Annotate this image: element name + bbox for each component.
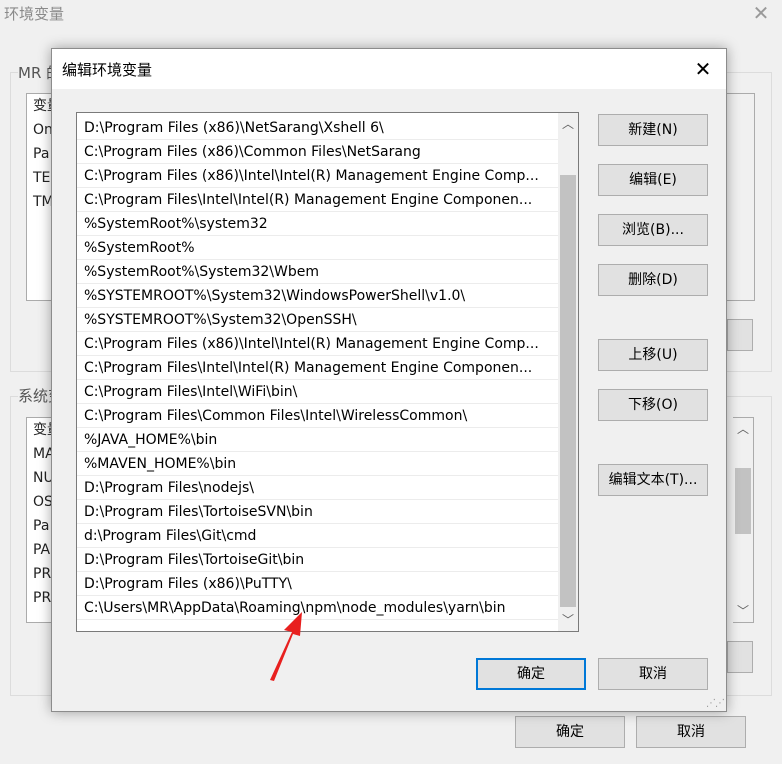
list-item[interactable]: %SYSTEMROOT%\System32\WindowsPowerShell\… [77,284,558,308]
scrollbar-thumb[interactable] [735,468,751,534]
list-item[interactable]: %MAVEN_HOME%\bin [77,452,558,476]
list-item[interactable]: C:\Program Files (x86)\Intel\Intel(R) Ma… [77,164,558,188]
list-item[interactable]: D:\Program Files\nodejs\ [77,476,558,500]
edit-environment-variable-dialog: 编辑环境变量 ✕ D:\Program Files (x86)\NetSaran… [51,48,727,712]
annotation-arrow-icon [270,612,302,681]
edit-button[interactable]: 编辑(E) [598,164,708,196]
list-item[interactable]: %JAVA_HOME%\bin [77,428,558,452]
system-variables-scrollbar[interactable]: ︿ ﹀ [733,417,754,623]
user-variables-list-edge [727,93,755,301]
user-variables-delete-button[interactable] [727,319,753,351]
list-item[interactable]: %SystemRoot%\System32\Wbem [77,260,558,284]
window-title: 环境变量 [4,5,65,23]
list-item[interactable]: C:\Users\MR\AppData\Roaming\npm\node_mod… [77,596,558,620]
path-list-scrollbar[interactable]: ︿ ﹀ [558,113,578,631]
list-item[interactable]: %SYSTEMROOT%\System32\OpenSSH\ [77,308,558,332]
list-item[interactable]: D:\Program Files\TortoiseSVN\bin [77,500,558,524]
list-item[interactable]: %SystemRoot%\system32 [77,212,558,236]
resize-grip-icon[interactable]: ⋰⋰ [706,698,725,709]
list-item[interactable]: C:\Program Files\Intel\WiFi\bin\ [77,380,558,404]
ok-button[interactable]: 确定 [515,716,625,748]
list-item[interactable]: C:\Program Files\Intel\Intel(R) Manageme… [77,356,558,380]
list-item[interactable]: D:\Program Files (x86)\PuTTY\ [77,572,558,596]
system-variables-delete-button[interactable] [727,641,753,673]
scroll-down-icon[interactable]: ﹀ [733,602,753,620]
close-icon[interactable]: ✕ [746,0,776,26]
path-rows: D:\Program Files (x86)\NetSarang\Xshell … [77,116,558,620]
list-item[interactable]: %SystemRoot% [77,236,558,260]
dialog-cancel-button[interactable]: 取消 [598,658,708,690]
list-item[interactable]: D:\Program Files\TortoiseGit\bin [77,548,558,572]
list-item[interactable]: d:\Program Files\Git\cmd [77,524,558,548]
scrollbar-thumb[interactable] [560,175,576,607]
scroll-down-icon[interactable]: ﹀ [558,610,578,630]
move-down-button[interactable]: 下移(O) [598,389,708,421]
cancel-button[interactable]: 取消 [636,716,746,748]
list-item[interactable]: C:\Program Files (x86)\Common Files\NetS… [77,140,558,164]
dialog-titlebar: 编辑环境变量 ✕ [52,49,726,89]
list-item[interactable]: D:\Program Files (x86)\NetSarang\Xshell … [77,116,558,140]
new-button[interactable]: 新建(N) [598,114,708,146]
move-up-button[interactable]: 上移(U) [598,339,708,371]
dialog-ok-button[interactable]: 确定 [476,658,586,690]
scroll-up-icon[interactable]: ︿ [733,420,753,438]
path-entries-list[interactable]: D:\Program Files (x86)\NetSarang\Xshell … [76,112,579,632]
list-item[interactable]: C:\Program Files\Intel\Intel(R) Manageme… [77,188,558,212]
list-item[interactable]: C:\Program Files\Common Files\Intel\Wire… [77,404,558,428]
dialog-title: 编辑环境变量 [62,61,153,79]
browse-button[interactable]: 浏览(B)... [598,214,708,246]
close-icon[interactable]: ✕ [688,55,718,83]
edit-text-button[interactable]: 编辑文本(T)... [598,464,708,496]
delete-button[interactable]: 删除(D) [598,264,708,296]
scroll-up-icon[interactable]: ︿ [558,114,578,134]
list-item[interactable]: C:\Program Files (x86)\Intel\Intel(R) Ma… [77,332,558,356]
